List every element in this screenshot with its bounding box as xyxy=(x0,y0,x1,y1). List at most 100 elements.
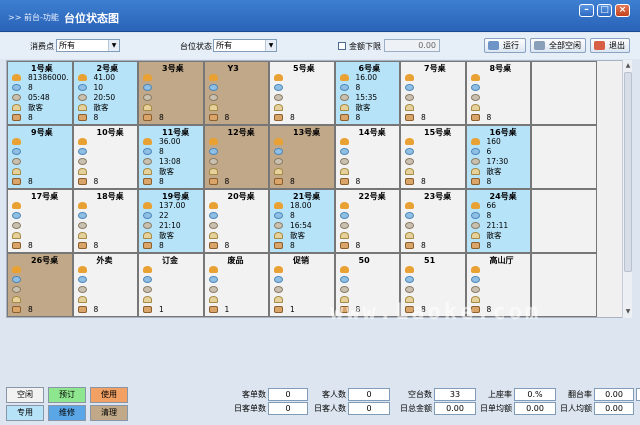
scroll-up-icon[interactable]: ▲ xyxy=(624,61,632,70)
table-cell[interactable]: 17号桌 8 xyxy=(7,189,73,253)
table-cell[interactable]: 23号桌 8 xyxy=(400,189,466,253)
table-info-line: 05:48 xyxy=(28,93,50,102)
table-info-line: 13:08 xyxy=(159,157,181,166)
service-bell-icon xyxy=(405,202,414,209)
table-info: 160 6 17:30 散客 xyxy=(487,137,509,177)
table-status-icons xyxy=(12,74,23,124)
table-cell[interactable]: 2号桌 41.00 10 20:50 散客 8 xyxy=(72,61,138,125)
table-cell[interactable]: 5号桌 8 xyxy=(269,61,335,125)
waiter-icon xyxy=(274,148,283,155)
dish-icon xyxy=(339,94,349,101)
maximize-button[interactable]: □ xyxy=(597,4,612,17)
table-cell[interactable]: 26号桌 8 xyxy=(7,253,73,317)
table-cell[interactable]: 外卖 8 xyxy=(72,253,138,317)
guest-icon xyxy=(339,232,349,239)
table-cell[interactable]: 废品 1 xyxy=(203,253,269,317)
table-name: 50 xyxy=(358,256,370,265)
table-status-icons xyxy=(143,202,154,252)
table-status-icons xyxy=(339,74,351,124)
guest-icon xyxy=(12,296,21,303)
bill-icon xyxy=(143,114,152,121)
dish-icon xyxy=(470,222,480,229)
table-cell[interactable]: 21号桌 18.00 8 16:54 散客 8 xyxy=(269,189,335,253)
bill-icon xyxy=(339,178,349,185)
table-cell[interactable]: 订金 1 xyxy=(138,253,204,317)
table-capacity: 8 xyxy=(290,177,295,186)
table-cell[interactable]: 22号桌 8 xyxy=(334,189,400,253)
table-cell[interactable]: 16号桌 160 6 17:30 散客 8 xyxy=(465,125,531,189)
table-name: 12号桌 xyxy=(227,128,255,137)
stat-value: 0.00 xyxy=(594,402,634,415)
table-cell[interactable]: 20号桌 8 xyxy=(203,189,269,253)
guest-icon xyxy=(274,232,283,239)
filter-bar: 消费点 所有 ▼ 台位状态 所有 ▼ 金额下限 0.00 运行 全部空闲 退出 xyxy=(0,33,640,59)
service-bell-icon xyxy=(274,138,283,145)
table-cell[interactable]: 10号桌 8 xyxy=(72,125,138,189)
table-info: 41.00 10 20:50 散客 xyxy=(94,73,116,113)
table-name: 10号桌 xyxy=(96,128,124,137)
stat-value: 33 xyxy=(434,388,476,401)
table-cell[interactable]: 1号桌 81386000. 8 05:48 散客 8 xyxy=(7,61,73,125)
consumption-point-select[interactable]: 所有 ▼ xyxy=(56,39,120,52)
table-cell[interactable]: 19号桌 137.00 22 21:10 散客 8 xyxy=(138,189,204,253)
dish-icon xyxy=(208,94,218,101)
table-capacity: 8 xyxy=(159,177,164,186)
minimize-button[interactable]: – xyxy=(579,4,594,17)
table-cell[interactable]: 9号桌 8 xyxy=(7,125,73,189)
legend-item: 预订 xyxy=(48,387,86,403)
breadcrumb: >> 前台-功能 xyxy=(8,13,59,22)
table-name: 21号桌 xyxy=(293,192,321,201)
chevron-down-icon[interactable]: ▼ xyxy=(108,40,119,51)
dish-icon xyxy=(274,286,283,293)
table-status-icons xyxy=(339,202,351,252)
table-name: 24号桌 xyxy=(489,192,517,201)
table-cell[interactable]: 8号桌 8 xyxy=(465,61,531,125)
dish-icon xyxy=(405,222,414,229)
guest-icon xyxy=(77,296,87,303)
waiter-icon xyxy=(339,148,349,155)
table-info-line: 15:35 xyxy=(355,93,378,102)
table-status-icons xyxy=(274,266,285,316)
guest-icon xyxy=(77,168,87,175)
table-info-line: 10 xyxy=(93,83,104,92)
table-cell[interactable]: 11号桌 36.00 8 13:08 散客 8 xyxy=(138,125,204,189)
scroll-down-icon[interactable]: ▼ xyxy=(624,307,632,316)
table-cell[interactable]: 18号桌 8 xyxy=(72,189,138,253)
table-cell[interactable]: 14号桌 8 xyxy=(334,125,400,189)
table-name: 促销 xyxy=(293,256,309,265)
amount-limit-input[interactable]: 0.00 xyxy=(384,39,440,52)
table-cell[interactable]: 3号桌 8 xyxy=(138,61,204,125)
clear-all-button[interactable]: 全部空闲 xyxy=(530,38,586,53)
service-bell-icon xyxy=(274,266,283,273)
table-capacity: 8 xyxy=(224,113,230,122)
table-grid: 1号桌 81386000. 8 05:48 散客 8 2号桌 41.00 10 20:50 散客 8 3… xyxy=(7,61,597,317)
table-cell[interactable]: Y3 8 xyxy=(203,61,269,125)
table-cell[interactable]: 15号桌 8 xyxy=(400,125,466,189)
guest-icon xyxy=(339,104,349,111)
dish-icon xyxy=(208,286,218,293)
table-name: 51 xyxy=(424,256,436,265)
scroll-thumb[interactable] xyxy=(624,72,632,272)
waiter-icon xyxy=(143,148,152,155)
guest-icon xyxy=(470,232,480,239)
table-cell[interactable]: 6号桌 16.00 8 15:35 散客 8 xyxy=(334,61,400,125)
exit-button[interactable]: 退出 xyxy=(590,38,630,53)
bill-icon xyxy=(143,242,152,249)
dish-icon xyxy=(470,94,480,101)
run-button[interactable]: 运行 xyxy=(484,38,526,53)
legend-item: 清理 xyxy=(90,405,128,421)
table-cell[interactable]: 7号桌 8 xyxy=(400,61,466,125)
table-cell[interactable]: 12号桌 8 xyxy=(203,125,269,189)
table-status-select[interactable]: 所有 ▼ xyxy=(213,39,277,52)
grid-scrollbar[interactable]: ▲ ▼ xyxy=(622,60,632,318)
chevron-down-icon[interactable]: ▼ xyxy=(265,40,276,51)
table-capacity: 8 xyxy=(421,177,426,186)
table-cell[interactable]: 24号桌 66 8 21:11 散客 8 xyxy=(465,189,531,253)
table-name: 11号桌 xyxy=(162,128,190,137)
table-name: 26号桌 xyxy=(31,256,59,265)
table-cell[interactable]: 促销 1 xyxy=(269,253,335,317)
waiter-icon xyxy=(208,276,218,283)
table-cell[interactable]: 13号桌 8 xyxy=(269,125,335,189)
close-button[interactable]: × xyxy=(615,4,630,17)
amount-limit-checkbox[interactable] xyxy=(338,42,346,50)
